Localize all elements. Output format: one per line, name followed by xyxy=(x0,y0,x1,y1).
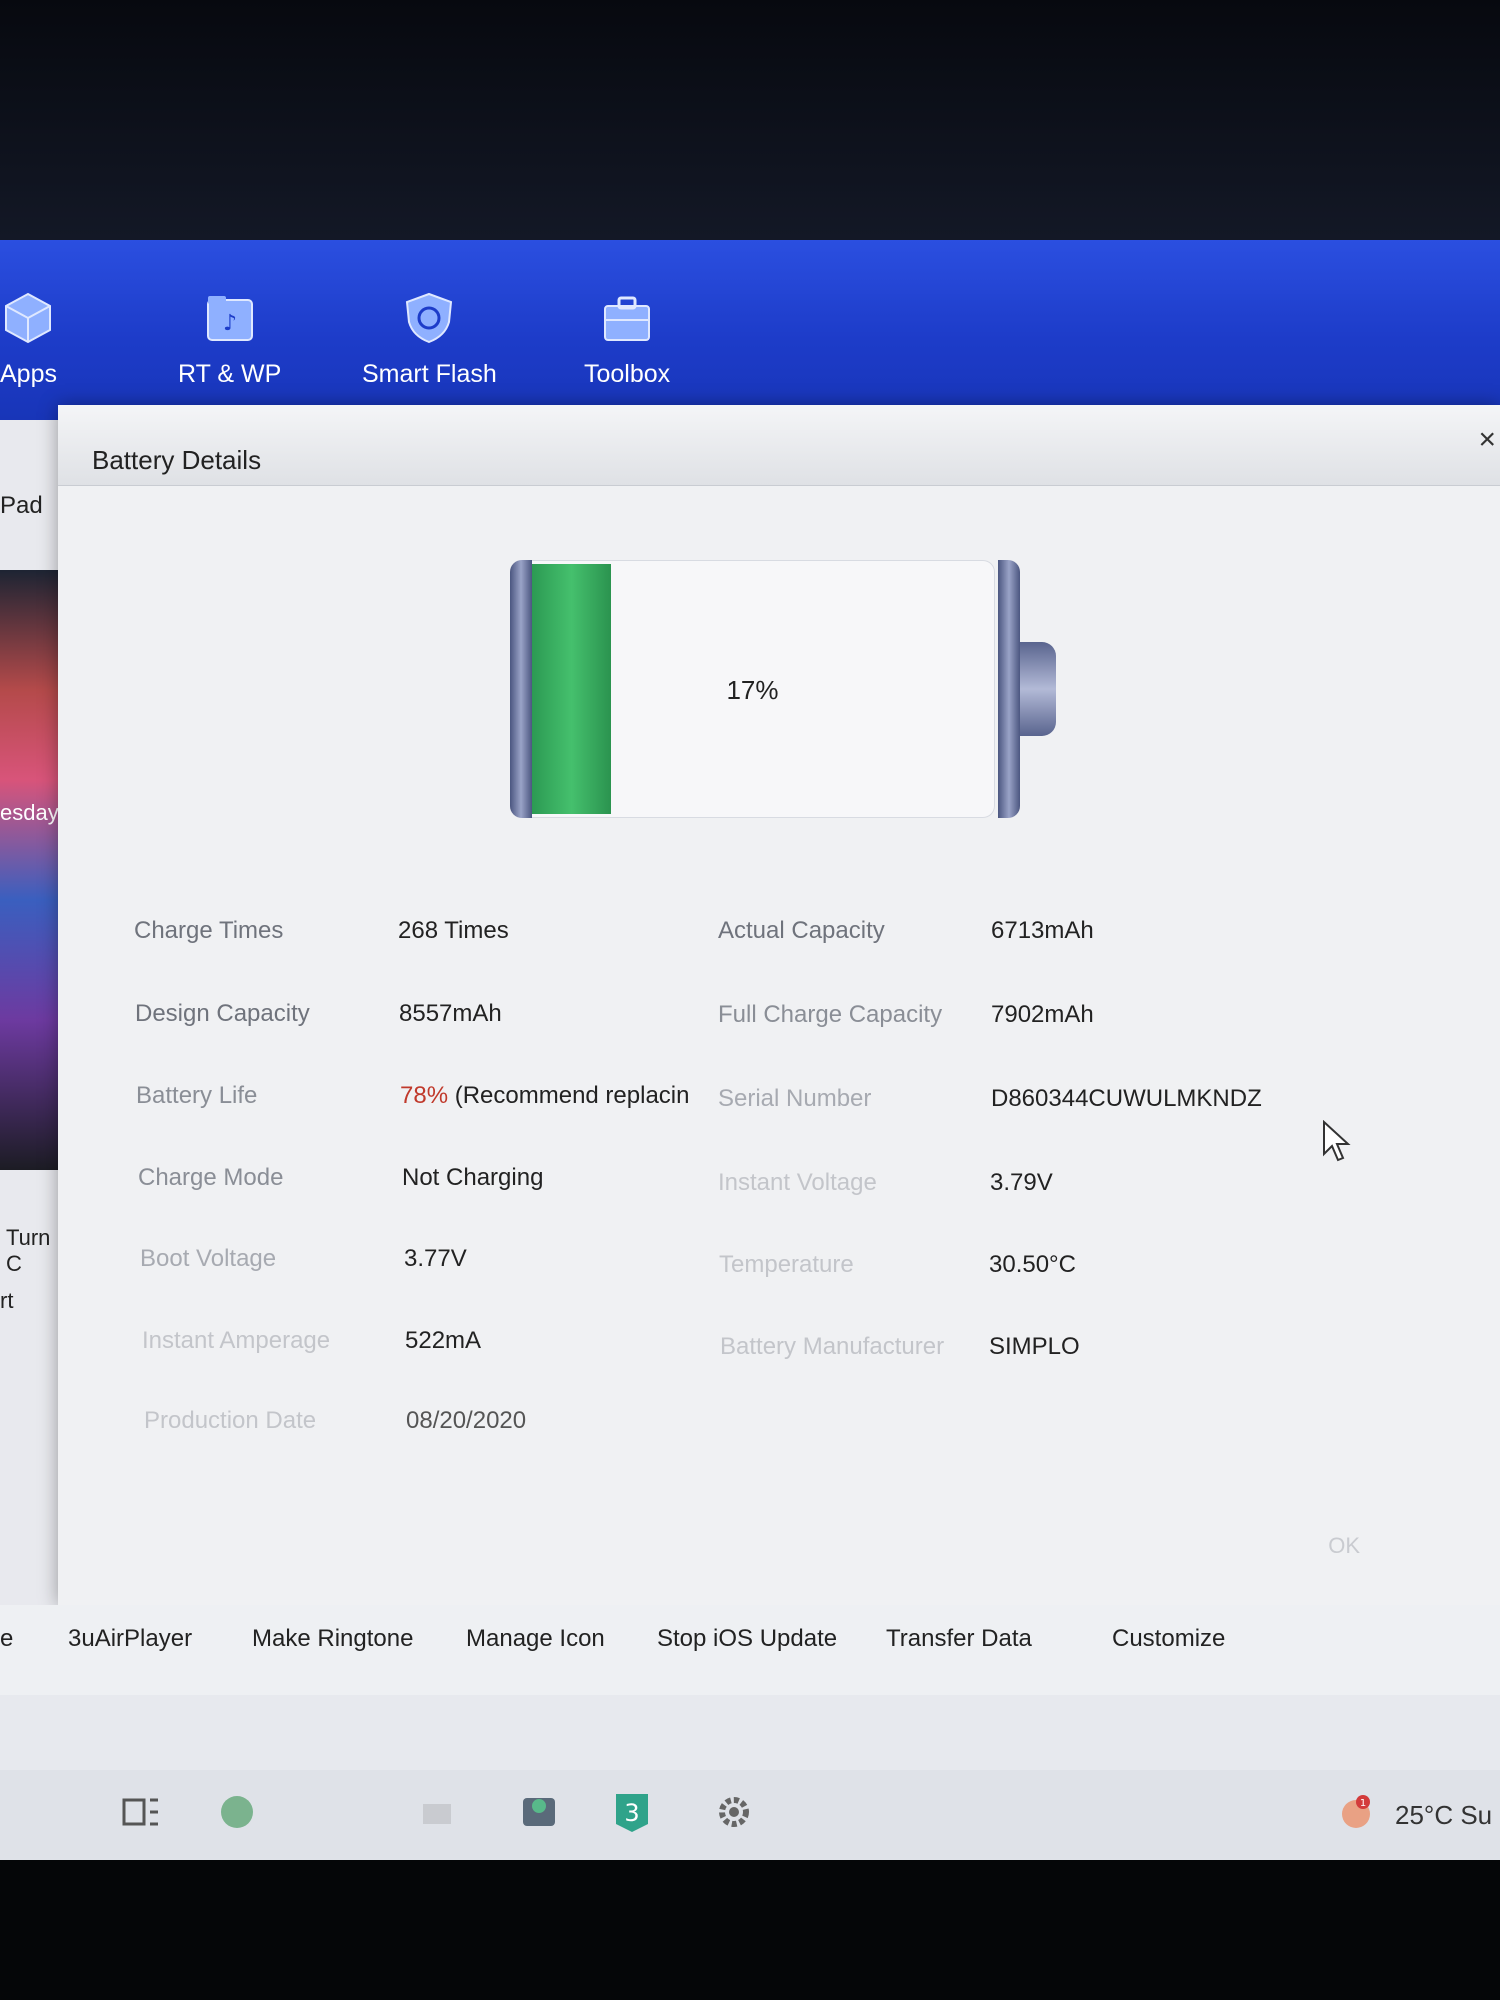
os-taskbar: 3 1 25°C Su xyxy=(0,1770,1500,1860)
battery-terminal xyxy=(1020,642,1056,736)
boot-voltage-value: 3.77V xyxy=(404,1245,467,1272)
file-explorer-icon[interactable] xyxy=(415,1790,459,1834)
charge-mode-value: Not Charging xyxy=(402,1164,544,1191)
svg-text:3: 3 xyxy=(624,1799,639,1827)
toolbar-item-label: Toolbox xyxy=(584,360,671,388)
tool-stop-ios-update[interactable]: Stop iOS Update xyxy=(657,1625,837,1653)
mouse-cursor-icon xyxy=(1322,1119,1352,1167)
instant-voltage-value: 3.79V xyxy=(990,1169,1053,1196)
toolbar-item-toolbox[interactable]: Toolbox xyxy=(584,290,670,389)
instant-amperage-label: Instant Amperage xyxy=(142,1327,331,1354)
shield-refresh-icon xyxy=(401,290,457,346)
battery-manufacturer-label: Battery Manufacturer xyxy=(720,1333,945,1360)
ok-button[interactable]: OK xyxy=(1328,1533,1360,1559)
tools-bar: e 3uAirPlayer Make Ringtone Manage Icon … xyxy=(0,1605,1500,1695)
tool-manage-icon[interactable]: Manage Icon xyxy=(466,1625,605,1653)
full-charge-capacity-value: 7902mAh xyxy=(991,1001,1094,1028)
3utools-icon[interactable]: 3 xyxy=(610,1790,654,1834)
instant-amperage-value: 522mA xyxy=(405,1327,482,1354)
toolbar-item-apps[interactable]: Apps xyxy=(0,290,57,389)
weather-temp-value: 25°C xyxy=(1395,1800,1454,1830)
weather-icon[interactable]: 1 xyxy=(1338,1794,1374,1830)
battery-life-label: Battery Life xyxy=(136,1082,258,1109)
main-toolbar: Apps ♪ RT & WP Smart Flash Toolbox xyxy=(0,240,1500,420)
toolbar-item-smart-flash[interactable]: Smart Flash xyxy=(362,290,497,389)
design-capacity-label: Design Capacity xyxy=(135,1000,310,1027)
monitor-top-bezel xyxy=(0,0,1500,240)
temperature-label: Temperature xyxy=(719,1251,854,1278)
dialog-title-bar: Battery Details × xyxy=(58,405,1500,486)
close-icon[interactable]: × xyxy=(1478,423,1496,457)
boot-voltage-label: Boot Voltage xyxy=(140,1245,277,1272)
battery-life-percent: 78% xyxy=(400,1082,449,1109)
settings-gear-icon[interactable] xyxy=(712,1790,756,1834)
device-day-text: esday, xyxy=(0,800,64,825)
production-date-value: 08/20/2020 xyxy=(406,1407,527,1434)
monitor-bottom-bezel xyxy=(0,1860,1500,2000)
battery-details-dialog: Battery Details × 17% Charge Times 268 T… xyxy=(58,405,1500,1605)
weather-condition: Su xyxy=(1460,1800,1493,1830)
toolbar-item-label: Smart Flash xyxy=(362,360,497,388)
temperature-value: 30.50°C xyxy=(989,1251,1076,1278)
browser-icon[interactable] xyxy=(215,1790,259,1834)
dialog-title: Battery Details xyxy=(92,445,262,475)
toolbar-item-rt-wp[interactable]: ♪ RT & WP xyxy=(178,290,281,389)
toolbar-item-label: Apps xyxy=(0,360,57,388)
charge-times-label: Charge Times xyxy=(134,917,284,944)
tool-partial[interactable]: e xyxy=(0,1625,13,1653)
tool-3uairplayer[interactable]: 3uAirPlayer xyxy=(68,1625,192,1653)
design-capacity-value: 8557mAh xyxy=(399,1000,502,1027)
device-label: Pad xyxy=(0,492,43,519)
toolbar-item-label: RT & WP xyxy=(178,360,282,388)
battery-graphic: 17% xyxy=(510,560,1056,820)
charge-times-value: 268 Times xyxy=(398,917,509,944)
battery-life-note: (Recommend replacin xyxy=(448,1082,690,1109)
actual-capacity-label: Actual Capacity xyxy=(718,917,885,944)
device-side-panel: Pad esday, Turn C rt xyxy=(0,420,64,1610)
cube-icon xyxy=(0,290,56,346)
battery-right-cap xyxy=(998,560,1020,818)
restart-button[interactable]: rt xyxy=(0,1288,13,1314)
device-screen-preview xyxy=(0,570,60,1170)
task-view-icon[interactable] xyxy=(118,1790,162,1834)
instant-voltage-label: Instant Voltage xyxy=(718,1169,877,1196)
production-date-label: Production Date xyxy=(144,1407,317,1434)
toolbox-icon xyxy=(599,290,655,346)
m365-icon[interactable] xyxy=(517,1790,561,1834)
battery-percent: 17% xyxy=(726,675,779,705)
serial-number-value: D860344CUWULMKNDZ xyxy=(991,1085,1262,1112)
turn-off-button[interactable]: Turn C xyxy=(6,1225,60,1277)
tool-make-ringtone[interactable]: Make Ringtone xyxy=(252,1625,413,1653)
svg-text:♪: ♪ xyxy=(223,311,237,336)
notification-count: 1 xyxy=(1360,1798,1366,1809)
full-charge-capacity-label: Full Charge Capacity xyxy=(718,1001,943,1028)
battery-manufacturer-value: SIMPLO xyxy=(989,1333,1080,1360)
battery-life-value: 78% (Recommend replacin xyxy=(400,1082,690,1110)
window-footer xyxy=(0,1695,1500,1770)
charge-mode-label: Charge Mode xyxy=(138,1164,284,1191)
weather-temperature[interactable]: 25°C Su xyxy=(1395,1800,1492,1831)
serial-number-label: Serial Number xyxy=(718,1085,872,1112)
tool-customize[interactable]: Customize xyxy=(1112,1625,1225,1653)
tool-transfer-data[interactable]: Transfer Data xyxy=(886,1625,1032,1653)
music-folder-icon: ♪ xyxy=(202,290,258,346)
actual-capacity-value: 6713mAh xyxy=(991,917,1094,944)
